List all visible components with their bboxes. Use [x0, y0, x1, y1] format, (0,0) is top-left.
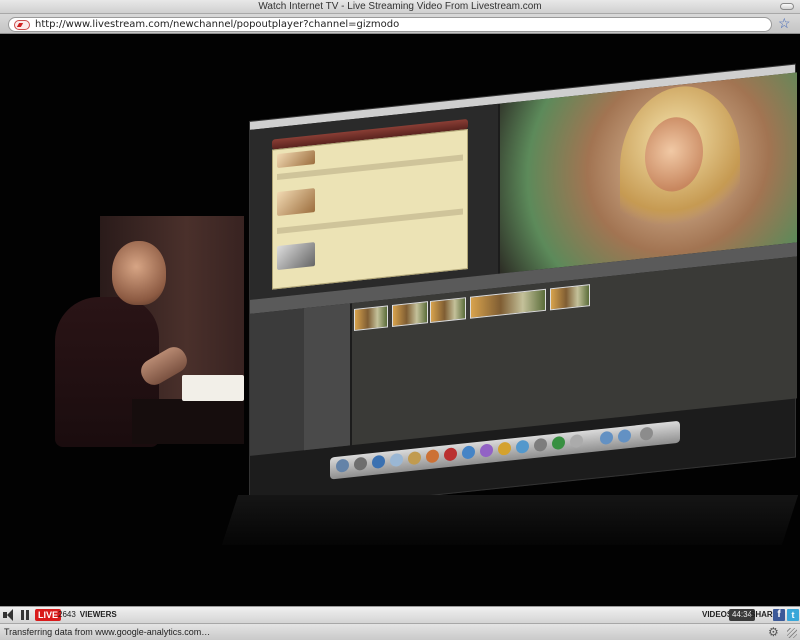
- screen-clip: [550, 284, 590, 311]
- viewer-count: 2643 VIEWERS: [58, 610, 117, 619]
- dock-icon: [462, 445, 475, 460]
- screen-event-list: [304, 303, 350, 451]
- dock-icon: [600, 430, 613, 446]
- video-frame[interactable]: [0, 35, 800, 606]
- dock-icon: [516, 439, 529, 454]
- screen-clip: [430, 297, 466, 323]
- dock-icon: [372, 454, 385, 470]
- desk-pad: [182, 375, 244, 401]
- dock-icon: [354, 456, 367, 471]
- laptop-body: [221, 495, 799, 545]
- videos-button[interactable]: VIDEOS: [702, 610, 732, 619]
- title-bar: Watch Internet TV - Live Streaming Video…: [0, 0, 800, 14]
- player-controls: LIVE 2643 VIEWERS VIDEOS 44:34 SHARE f t: [0, 606, 800, 623]
- livestream-icon: [14, 20, 30, 30]
- dock-icon: [552, 435, 565, 451]
- dock-icon: [390, 452, 403, 468]
- viewers-label: VIEWERS: [79, 610, 117, 619]
- star-icon[interactable]: ☆: [778, 15, 791, 31]
- screen-clip: [470, 288, 546, 319]
- screen-clip: [354, 305, 388, 331]
- dock-icon: [480, 443, 493, 458]
- facebook-icon[interactable]: f: [773, 609, 785, 621]
- screen-thumb: [277, 188, 315, 217]
- screen-browser-pane: [250, 103, 498, 300]
- screen-thumb: [277, 150, 315, 169]
- window-title: Watch Internet TV - Live Streaming Video…: [258, 1, 542, 12]
- dock-icon: [444, 447, 457, 462]
- screen-clip: [392, 301, 428, 327]
- gear-icon[interactable]: ⚙: [768, 625, 779, 639]
- address-bar: http://www.livestream.com/newchannel/pop…: [0, 14, 800, 34]
- dock-icon: [534, 437, 547, 453]
- dock-icon: [498, 441, 511, 456]
- screen-project-panel: [272, 128, 468, 290]
- url-text[interactable]: http://www.livestream.com/newchannel/pop…: [35, 19, 399, 30]
- projected-screen: [249, 63, 797, 515]
- screen-thumb: [277, 242, 315, 271]
- dock-icon: [618, 428, 631, 444]
- toolbar-toggle-button[interactable]: [780, 3, 794, 10]
- browser-window: Watch Internet TV - Live Streaming Video…: [0, 0, 800, 640]
- trash-icon: [640, 426, 653, 441]
- desk: [132, 399, 244, 444]
- dock-icon: [408, 450, 421, 466]
- dock-icon: [426, 449, 439, 464]
- resize-grip[interactable]: [787, 628, 797, 638]
- twitter-icon[interactable]: t: [787, 609, 799, 621]
- speaker-icon[interactable]: [2, 609, 16, 621]
- viewer-count-value: 2643: [58, 610, 76, 619]
- pause-icon[interactable]: [20, 609, 30, 621]
- dock-icon: [570, 433, 583, 449]
- url-field[interactable]: http://www.livestream.com/newchannel/pop…: [8, 17, 772, 32]
- status-bar: Transferring data from www.google-analyt…: [0, 623, 800, 640]
- presenter-head: [112, 241, 166, 305]
- status-message: Transferring data from www.google-analyt…: [4, 627, 211, 637]
- dock-icon: [336, 458, 349, 473]
